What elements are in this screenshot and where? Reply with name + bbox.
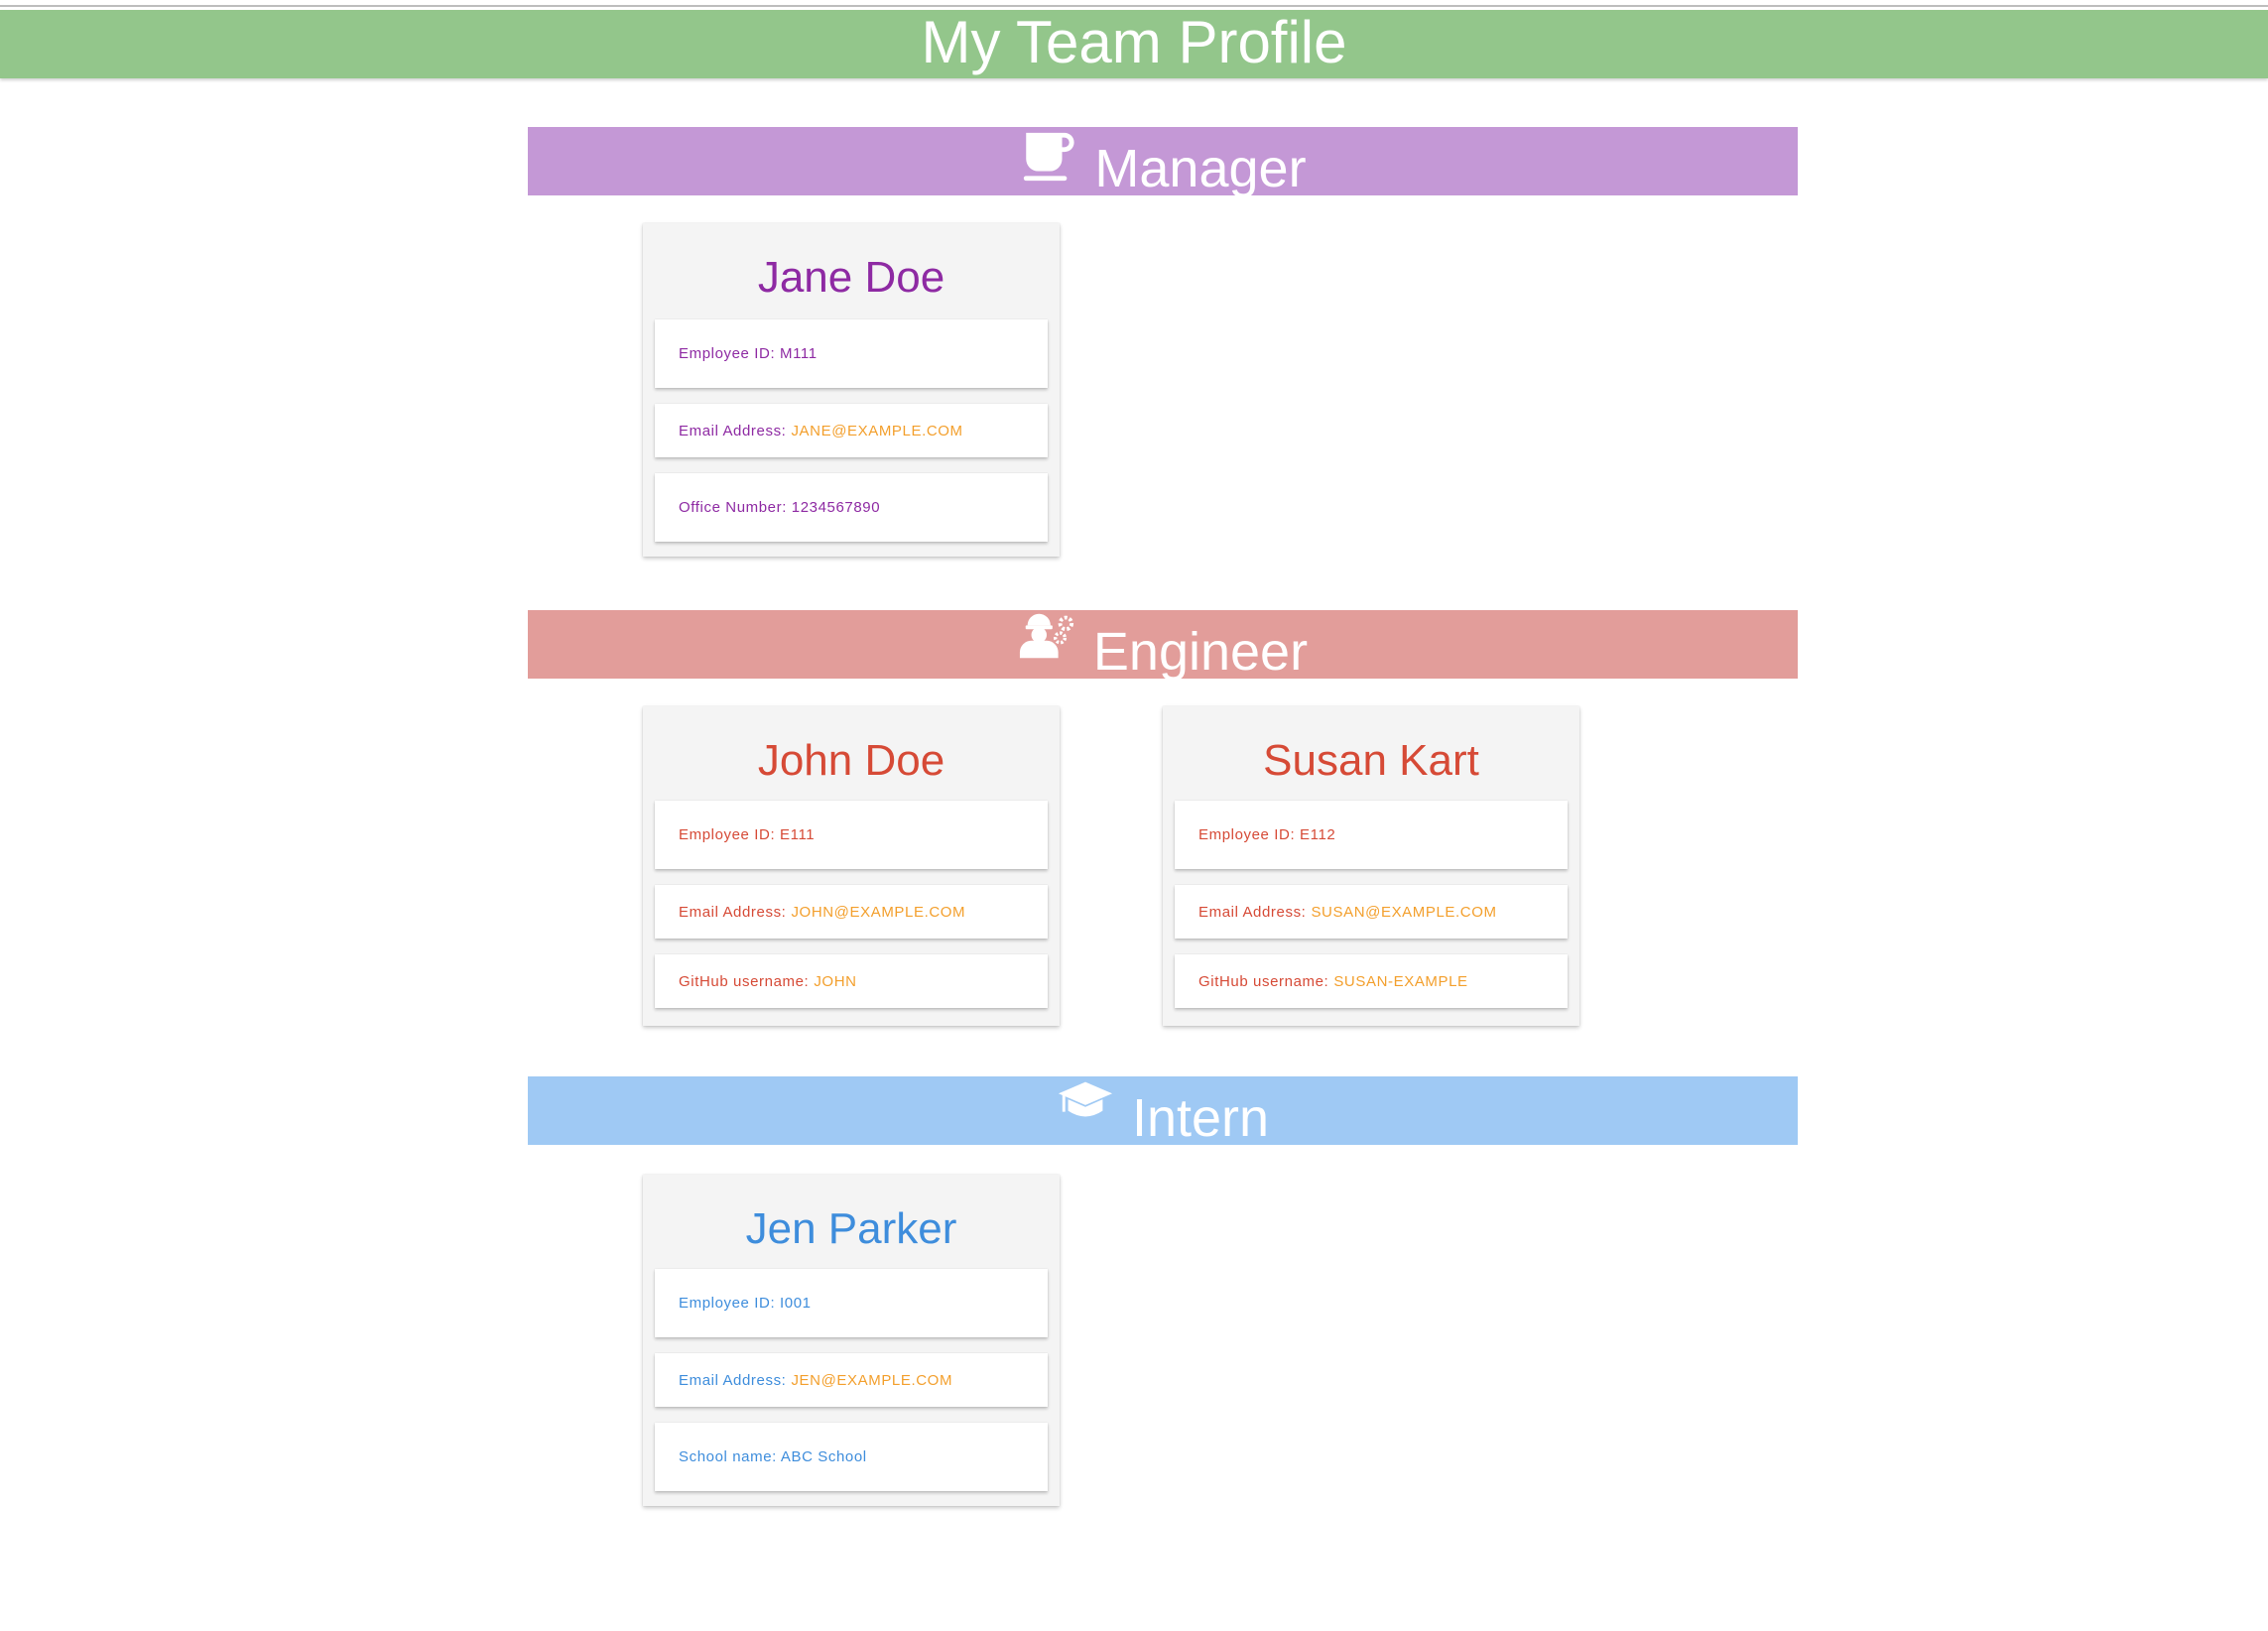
email-link[interactable]: JEN@EXAMPLE.COM xyxy=(791,1372,952,1389)
graduation-cap-icon xyxy=(1057,1077,1114,1135)
email-label: Email Address: xyxy=(679,1371,787,1389)
github-link[interactable]: JOHN xyxy=(814,973,856,990)
employee-id-text: Employee ID: E111 xyxy=(679,826,816,843)
employee-card-john-doe: John Doe Employee ID: E111 Email Address… xyxy=(643,706,1060,1026)
employee-name: Jen Parker xyxy=(745,1204,957,1253)
top-border xyxy=(0,0,2268,7)
employee-id-field: Employee ID: I001 xyxy=(655,1269,1048,1337)
github-label: GitHub username: xyxy=(679,972,810,990)
email-field: Email Address: SUSAN@EXAMPLE.COM xyxy=(1175,885,1568,939)
email-field: Email Address: JANE@EXAMPLE.COM xyxy=(655,404,1048,457)
school-text: School name: ABC School xyxy=(679,1448,867,1465)
employee-name: Jane Doe xyxy=(757,253,945,302)
manager-section-header: Manager xyxy=(528,127,1798,198)
email-label: Email Address: xyxy=(679,903,787,921)
email-link[interactable]: SUSAN@EXAMPLE.COM xyxy=(1311,904,1496,921)
section-title-intern: Intern xyxy=(1131,1088,1270,1148)
email-label: Email Address: xyxy=(1198,903,1307,921)
employee-id-field: Employee ID: M111 xyxy=(655,319,1048,388)
employee-id-text: Employee ID: I001 xyxy=(679,1295,812,1312)
email-link[interactable]: JOHN@EXAMPLE.COM xyxy=(791,904,965,921)
employee-name: John Doe xyxy=(757,736,945,785)
office-number-field: Office Number: 1234567890 xyxy=(655,473,1048,542)
employee-card-jen-parker: Jen Parker Employee ID: I001 Email Addre… xyxy=(643,1175,1060,1506)
coffee-cup-icon xyxy=(1019,128,1076,186)
employee-card-susan-kart: Susan Kart Employee ID: E112 Email Addre… xyxy=(1163,706,1579,1026)
employee-id-text: Employee ID: M111 xyxy=(679,345,818,362)
github-link[interactable]: SUSAN-EXAMPLE xyxy=(1333,973,1467,990)
email-link[interactable]: JANE@EXAMPLE.COM xyxy=(791,423,962,439)
engineer-gears-icon xyxy=(1018,611,1075,669)
github-field: GitHub username: JOHN xyxy=(655,954,1048,1008)
github-field: GitHub username: SUSAN-EXAMPLE xyxy=(1175,954,1568,1008)
employee-id-field: Employee ID: E112 xyxy=(1175,801,1568,869)
employee-id-field: Employee ID: E111 xyxy=(655,801,1048,869)
email-field: Email Address: JOHN@EXAMPLE.COM xyxy=(655,885,1048,939)
employee-card-jane-doe: Jane Doe Employee ID: M111 Email Address… xyxy=(643,223,1060,557)
engineer-section-header: Engineer xyxy=(528,610,1798,682)
office-number-text: Office Number: 1234567890 xyxy=(679,499,881,516)
email-field: Email Address: JEN@EXAMPLE.COM xyxy=(655,1353,1048,1407)
intern-section-header: Intern xyxy=(528,1076,1798,1148)
school-field: School name: ABC School xyxy=(655,1423,1048,1491)
section-title-manager: Manager xyxy=(1094,139,1307,198)
section-title-engineer: Engineer xyxy=(1092,622,1309,682)
email-label: Email Address: xyxy=(679,422,787,439)
employee-id-text: Employee ID: E112 xyxy=(1198,826,1336,843)
github-label: GitHub username: xyxy=(1198,972,1329,990)
employee-name: Susan Kart xyxy=(1263,736,1479,785)
page-title: My Team Profile xyxy=(0,10,2268,78)
